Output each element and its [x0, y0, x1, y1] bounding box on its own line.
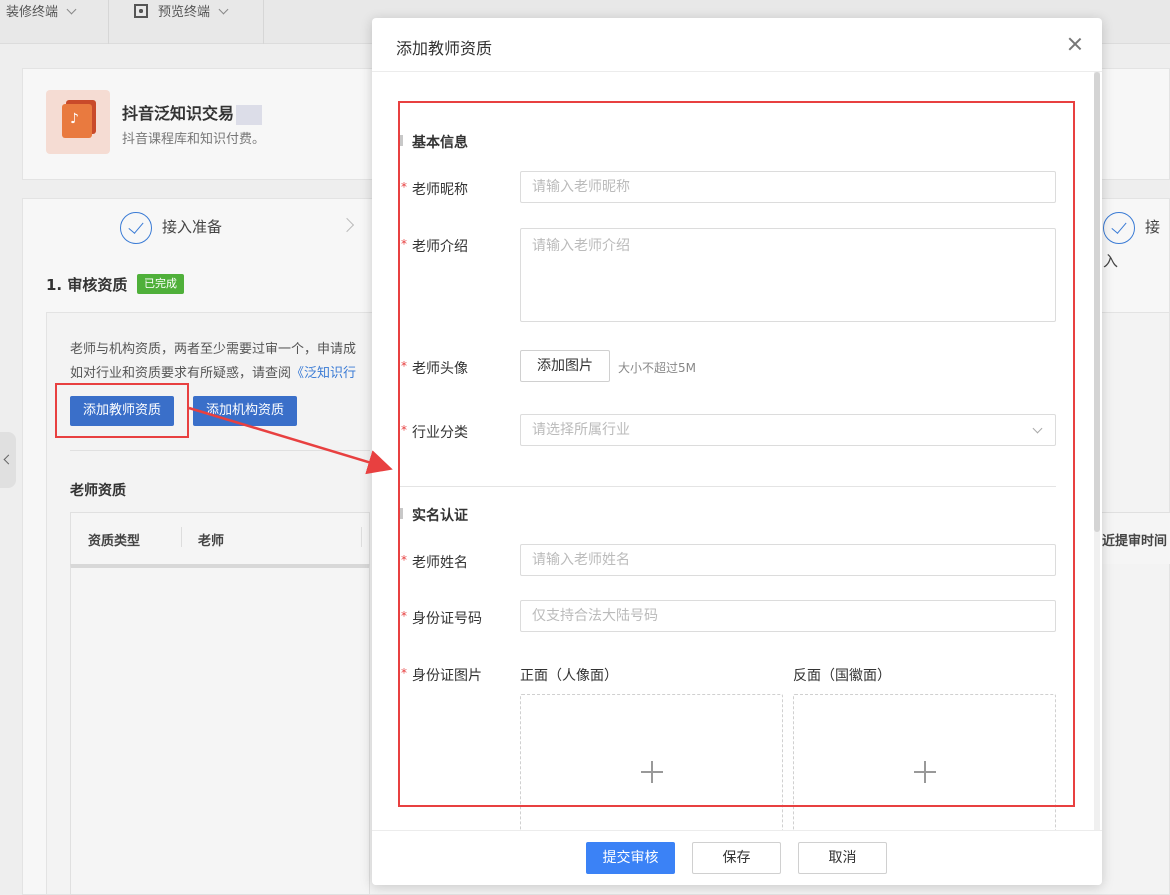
annotation-arrow: [188, 406, 393, 475]
